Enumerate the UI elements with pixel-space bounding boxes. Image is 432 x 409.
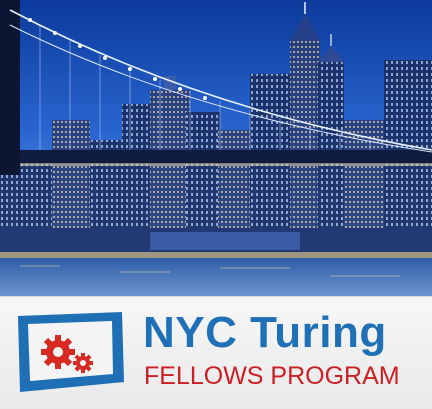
program-subtitle: FELLOWS PROGRAM (144, 362, 400, 390)
program-banner: NYC Turing FELLOWS PROGRAM (0, 296, 432, 409)
skyline-photo (0, 0, 432, 296)
program-title: NYC Turing (143, 308, 387, 357)
monitor-with-gears-icon (18, 312, 124, 392)
fellows-card: NYC Turing FELLOWS PROGRAM (0, 0, 432, 409)
